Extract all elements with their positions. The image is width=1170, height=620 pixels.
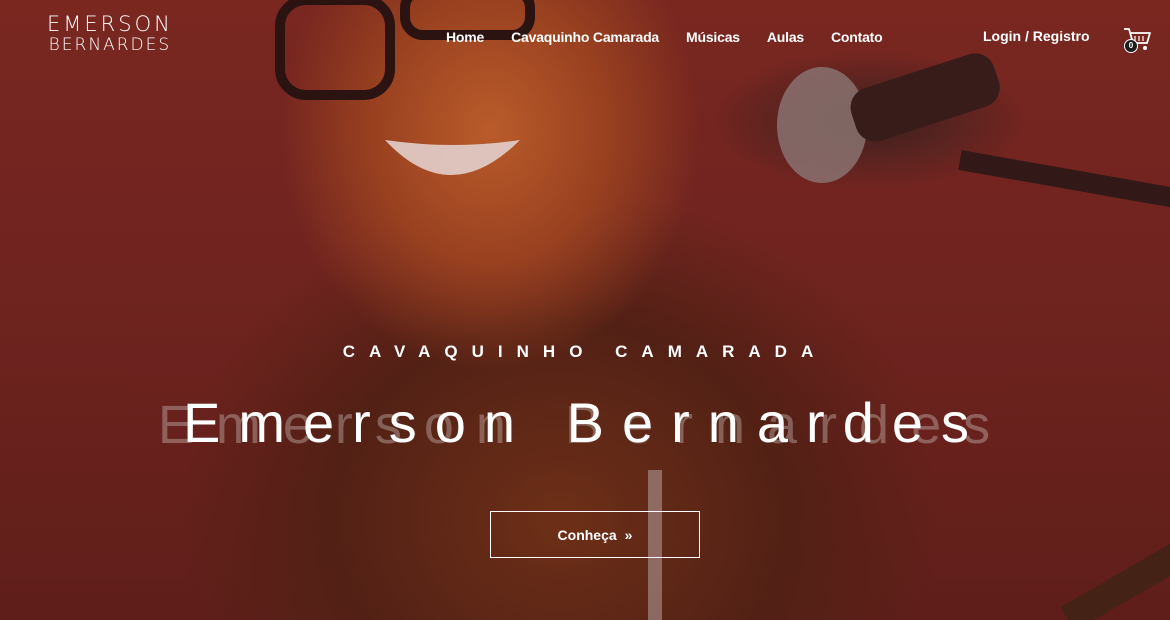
conheca-button-label: Conheça: [557, 526, 617, 543]
nav-item-musicas[interactable]: Músicas: [686, 29, 740, 45]
cart-count-badge: 0: [1124, 39, 1138, 53]
nav-item-cavaquinho-camarada[interactable]: Cavaquinho Camarada: [511, 29, 659, 45]
nav-item-home[interactable]: Home: [446, 29, 484, 45]
hero-subtitle: CAVAQUINHO CAMARADA: [342, 342, 828, 361]
login-register-link[interactable]: Login / Registro: [983, 28, 1090, 44]
hero-title-group: Emerson Bernardes Emerson Bernardes: [0, 390, 1170, 460]
logo-line-2: BERNARDES: [48, 35, 172, 55]
nav-item-aulas[interactable]: Aulas: [767, 29, 804, 45]
site-logo[interactable]: EMERSON BERNARDES: [47, 14, 173, 56]
double-chevron-right-icon: »: [624, 526, 633, 543]
conheca-button[interactable]: Conheça »: [490, 511, 700, 558]
nav-item-contato[interactable]: Contato: [831, 29, 883, 45]
main-navigation: Home Cavaquinho Camarada Músicas Aulas C…: [446, 29, 883, 45]
logo-line-1: EMERSON: [47, 12, 173, 36]
hero-title: Emerson Bernardes: [182, 391, 987, 454]
